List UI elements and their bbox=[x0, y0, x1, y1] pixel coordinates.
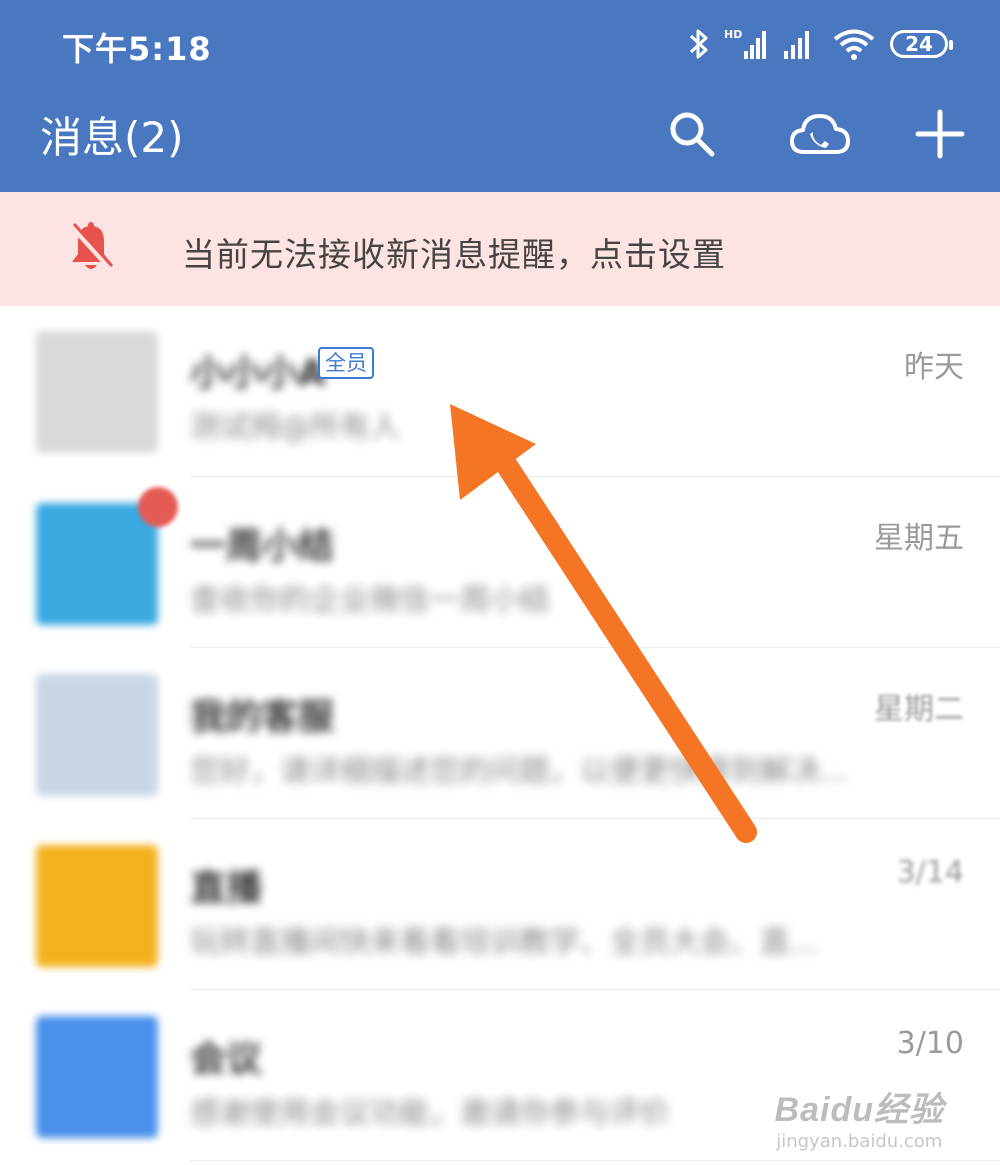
avatar bbox=[36, 674, 158, 796]
watermark-logo: Baidu经验 bbox=[774, 1091, 944, 1129]
conversation-time: 昨天 bbox=[904, 350, 964, 385]
notification-settings-banner[interactable]: 当前无法接收新消息提醒，点击设置 bbox=[0, 192, 1000, 306]
wifi-icon bbox=[833, 29, 875, 60]
conversation-time: 星期五 bbox=[874, 521, 964, 556]
muted-bell-icon bbox=[69, 222, 115, 273]
status-time: 下午5:18 bbox=[62, 30, 212, 68]
conversation-title: 我的客服 bbox=[190, 697, 335, 738]
conversation-row[interactable]: 直播 玩转直播间快来看看培训教学、全员大会、直... 3/14 bbox=[0, 819, 1000, 990]
app-header: 下午5:18 HD 24 消息(2) bbox=[0, 0, 1000, 192]
battery-level: 24 bbox=[905, 32, 933, 56]
conversation-row[interactable]: 一周小结 查收你的企业微信一周小结 星期五 bbox=[0, 477, 1000, 648]
avatar bbox=[36, 503, 158, 625]
row-divider bbox=[190, 1160, 1000, 1161]
conversation-title: 一周小结 bbox=[190, 526, 335, 567]
cloud-call-icon[interactable] bbox=[788, 106, 852, 162]
cellular-signal-2-icon bbox=[784, 31, 809, 59]
battery-indicator: 24 bbox=[890, 30, 953, 58]
conversation-title: 直播 bbox=[190, 868, 263, 909]
status-icons: HD 24 bbox=[688, 22, 953, 66]
conversation-preview: 玩转直播间快来看看培训教学、全员大会、直... bbox=[190, 925, 819, 960]
conversation-row[interactable]: 我的客服 您好，请详细描述您的问题，以便更快得到解决... 星期二 bbox=[0, 648, 1000, 819]
avatar bbox=[36, 845, 158, 967]
add-icon[interactable] bbox=[912, 106, 968, 162]
baidu-watermark: Baidu经验 jingyan.baidu.com bbox=[775, 1082, 944, 1152]
cellular-signal-icon: HD bbox=[724, 28, 766, 59]
conversation-title: 小小小A bbox=[190, 353, 326, 394]
conversation-time: 星期二 bbox=[874, 692, 964, 727]
conversation-preview: 测试拇@所有人 bbox=[190, 410, 400, 445]
avatar bbox=[36, 331, 158, 453]
conversation-time: 3/10 bbox=[896, 1026, 964, 1061]
page-title: 消息(2) bbox=[40, 113, 184, 162]
conversation-preview: 您好，请详细描述您的问题，以便更快得到解决... bbox=[190, 754, 849, 789]
hd-label: HD bbox=[724, 28, 742, 41]
search-icon[interactable] bbox=[664, 106, 720, 162]
watermark-url: jingyan.baidu.com bbox=[776, 1131, 943, 1152]
banner-text: 当前无法接收新消息提醒，点击设置 bbox=[182, 235, 726, 274]
conversation-title: 会议 bbox=[190, 1039, 263, 1080]
conversation-preview: 查收你的企业微信一周小结 bbox=[190, 583, 550, 618]
bluetooth-icon bbox=[689, 29, 708, 59]
unread-badge bbox=[138, 487, 178, 527]
conversation-row[interactable]: 小小小A 全员 测试拇@所有人 昨天 bbox=[0, 306, 1000, 477]
conversation-time: 3/14 bbox=[896, 855, 964, 890]
all-members-tag: 全员 bbox=[318, 347, 374, 379]
avatar bbox=[36, 1016, 158, 1138]
